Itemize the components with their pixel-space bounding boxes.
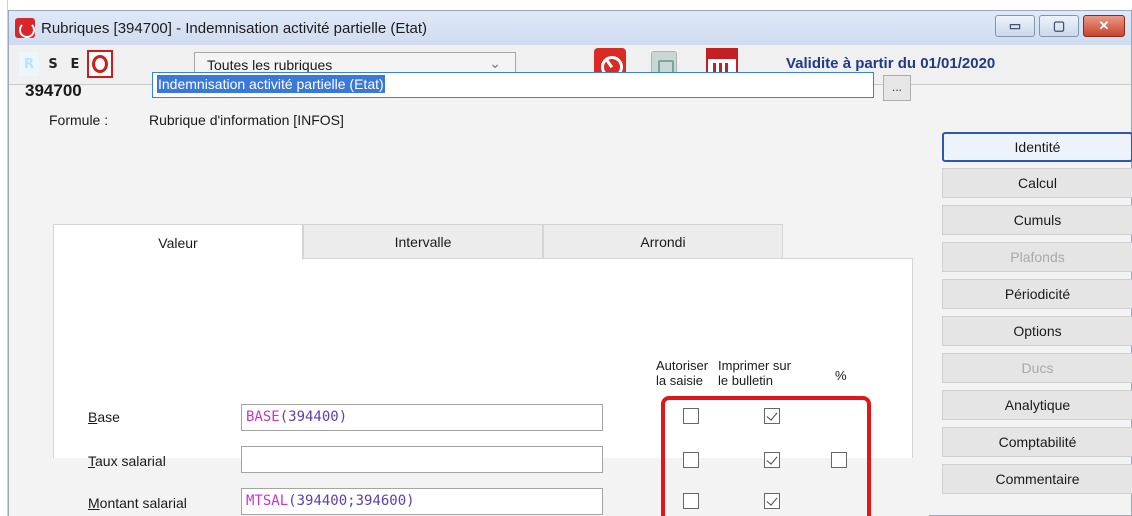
taux-imprimer-checkbox[interactable] [764, 452, 780, 468]
toolbar-e-button[interactable]: E [65, 52, 85, 76]
nav-plafonds: Plafonds [942, 242, 1132, 272]
taux-salarial-label: Taux salarial [88, 453, 166, 469]
montant-salarial-label: Montant salarial [88, 495, 187, 511]
montant-formula-args: (394400;394600) [288, 493, 415, 509]
taux-percent-checkbox[interactable] [831, 452, 847, 468]
nav-ducs: Ducs [942, 353, 1132, 383]
nav-calcul[interactable]: Calcul [942, 168, 1132, 198]
col-imprimer-bulletin: Imprimer sur le bulletin [718, 358, 791, 388]
rubrique-name-selected-text: Indemnisation activité partielle (Etat) [157, 75, 385, 93]
tab-arrondi[interactable]: Arrondi [543, 224, 783, 259]
tab-strip: Valeur Intervalle Arrondi [53, 224, 783, 260]
close-button[interactable]: ✕ [1083, 15, 1125, 37]
formula-value: Rubrique d'information [INFOS] [149, 112, 344, 128]
filter-select-value: Toutes les rubriques [207, 57, 333, 73]
taux-label-accesskey: T [88, 453, 95, 469]
chevron-down-icon: ⌄ [489, 55, 501, 71]
circle-icon [92, 55, 108, 73]
taux-salarial-field[interactable] [241, 446, 603, 473]
nav-periodicite[interactable]: Périodicité [942, 279, 1132, 309]
rubrique-code: 394700 [25, 81, 82, 100]
nav-comptabilite[interactable]: Comptabilité [942, 427, 1132, 457]
col-imprimer-line2: le bulletin [718, 373, 773, 388]
taux-autoriser-checkbox[interactable] [683, 452, 699, 468]
maximize-button[interactable]: ▢ [1039, 15, 1079, 37]
base-formula-args: (394400) [279, 409, 348, 425]
nav-commentaire[interactable]: Commentaire [942, 464, 1132, 494]
base-label: Base [88, 409, 120, 425]
montant-formula-keyword: MTSAL [246, 493, 289, 509]
rubrique-name-input[interactable]: Indemnisation activité partielle (Etat) [152, 72, 874, 98]
base-field[interactable]: BASE(394400) [241, 404, 603, 431]
taux-label-text: aux salarial [95, 453, 166, 469]
toolbar-s-button[interactable]: S [43, 52, 63, 76]
base-label-text: ase [97, 409, 120, 425]
tab-intervalle[interactable]: Intervalle [303, 224, 543, 259]
nav-analytique[interactable]: Analytique [942, 390, 1132, 420]
montant-imprimer-checkbox[interactable] [764, 493, 780, 509]
montant-label-accesskey: M [88, 495, 100, 511]
formula-label: Formule : [49, 112, 109, 128]
maximize-icon: ▢ [1052, 18, 1066, 33]
col-percent: % [835, 368, 847, 383]
montant-salarial-field[interactable]: MTSAL(394400;394600) [241, 488, 603, 515]
more-options-button[interactable]: ... [883, 75, 911, 101]
base-autoriser-checkbox[interactable] [683, 408, 699, 424]
col-imprimer-line1: Imprimer sur [718, 358, 791, 373]
minimize-icon: ▭ [1008, 18, 1022, 33]
rubriques-window: Rubriques [394700] - Indemnisation activ… [8, 10, 1132, 516]
tab-valeur[interactable]: Valeur [53, 224, 303, 260]
toolbar-r-button[interactable]: R [19, 52, 39, 76]
nav-identite[interactable]: Identité [942, 132, 1132, 162]
background-window-edge [0, 0, 8, 516]
col-autoriser-line1: Autoriser [656, 358, 709, 373]
col-autoriser-line2: la saisie [656, 373, 703, 388]
montant-autoriser-checkbox[interactable] [683, 493, 699, 509]
base-label-accesskey: B [88, 409, 98, 425]
nav-options[interactable]: Options [942, 316, 1132, 346]
col-autoriser-saisie: Autoriser la saisie [656, 358, 708, 388]
close-icon: ✕ [1098, 18, 1110, 33]
base-formula-keyword: BASE [246, 409, 280, 425]
base-imprimer-checkbox[interactable] [764, 408, 780, 424]
validity-date: Validite à partir du 01/01/2020 [786, 55, 996, 72]
montant-label-text: ontant salarial [99, 495, 187, 511]
toolbar-o-button[interactable] [87, 50, 113, 78]
window-title: Rubriques [394700] - Indemnisation activ… [41, 20, 428, 37]
app-icon [15, 18, 35, 38]
title-bar[interactable]: Rubriques [394700] - Indemnisation activ… [9, 11, 1131, 45]
nav-cumuls[interactable]: Cumuls [942, 205, 1132, 235]
minimize-button[interactable]: ▭ [995, 15, 1035, 37]
